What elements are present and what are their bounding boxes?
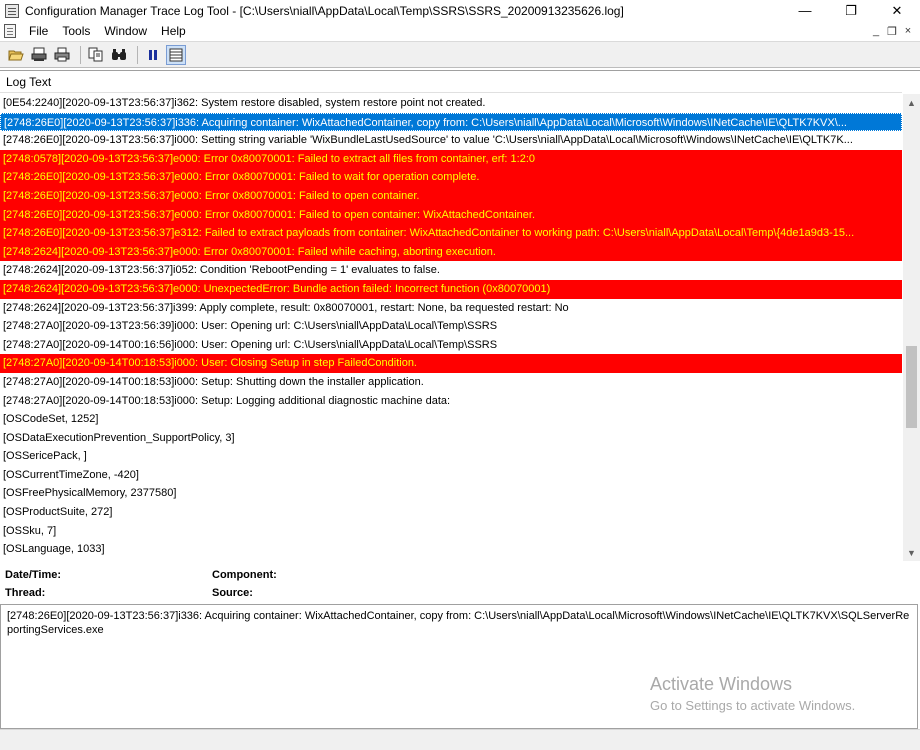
scroll-up-arrow-icon[interactable]: ▲: [903, 94, 920, 111]
print-preview-icon: [31, 47, 47, 61]
print-icon: [54, 47, 70, 62]
menu-tools[interactable]: Tools: [55, 24, 97, 38]
mdi-minimize-button[interactable]: _: [868, 25, 884, 37]
pause-button[interactable]: [143, 45, 163, 65]
log-row[interactable]: [2748:26E0][2020-09-13T23:56:37]e312: Fa…: [0, 224, 902, 243]
toolbar-separator: [137, 45, 138, 64]
log-row[interactable]: [2748:26E0][2020-09-13T23:56:37]i000: Se…: [0, 131, 902, 150]
activation-watermark: Activate Windows Go to Settings to activ…: [650, 674, 855, 713]
window-controls: — ❐ ✕: [782, 0, 920, 21]
log-row[interactable]: [2748:26E0][2020-09-13T23:56:37]e000: Er…: [0, 205, 902, 225]
log-row[interactable]: [OSSku, 7]: [0, 522, 902, 541]
open-folder-icon: [8, 50, 24, 60]
log-row[interactable]: [OSProductSuite, 272]: [0, 503, 902, 522]
find-icon: [112, 48, 126, 60]
toolbar: [0, 41, 920, 68]
log-row[interactable]: [2748:26E0][2020-09-13T23:56:37]i336: Ac…: [0, 112, 902, 132]
log-row[interactable]: [OSDataExecutionPrevention_SupportPolicy…: [0, 429, 902, 448]
app-icon: [5, 3, 19, 18]
layout-icon: [169, 48, 183, 61]
toolbar-separator: [80, 45, 81, 64]
scrollbar-thumb[interactable]: [906, 346, 917, 428]
component-label: Component:: [212, 569, 277, 581]
title-bar: Configuration Manager Trace Log Tool - […: [0, 0, 920, 21]
minimize-icon: —: [798, 3, 812, 18]
log-row[interactable]: [OSCodeSet, 1252]: [0, 410, 902, 429]
log-row[interactable]: [OSCurrentTimeZone, -420]: [0, 466, 902, 485]
menu-file[interactable]: File: [22, 24, 55, 38]
log-row[interactable]: [2748:27A0][2020-09-14T00:18:53]i000: Us…: [0, 354, 902, 373]
source-label: Source:: [212, 587, 253, 599]
log-row[interactable]: [2748:2624][2020-09-13T23:56:37]e000: Er…: [0, 242, 902, 262]
menu-help[interactable]: Help: [154, 24, 193, 38]
vertical-scrollbar[interactable]: ▲ ▼: [903, 94, 920, 561]
log-row[interactable]: [OSFreePhysicalMemory, 2377580]: [0, 484, 902, 503]
close-icon: ✕: [891, 2, 903, 18]
copy-icon: [88, 47, 103, 62]
log-text-column-header[interactable]: Log Text: [0, 71, 902, 93]
log-row[interactable]: [2748:2624][2020-09-13T23:56:37]i052: Co…: [0, 261, 902, 280]
copy-button[interactable]: [86, 45, 106, 65]
log-row[interactable]: [2748:27A0][2020-09-13T23:56:39]i000: Us…: [0, 317, 902, 336]
minimize-button[interactable]: —: [782, 0, 828, 21]
log-row[interactable]: [2748:2624][2020-09-13T23:56:37]i399: Ap…: [0, 299, 902, 318]
thread-label: Thread:: [5, 587, 46, 599]
close-button[interactable]: ✕: [874, 0, 920, 21]
log-row[interactable]: [2748:26E0][2020-09-13T23:56:37]e000: Er…: [0, 168, 902, 187]
restore-icon: ❐: [845, 2, 857, 18]
log-row[interactable]: [2748:27A0][2020-09-14T00:18:53]i000: Se…: [0, 373, 902, 392]
log-row[interactable]: [2748:27A0][2020-09-14T00:16:56]i000: Us…: [0, 336, 902, 355]
log-row[interactable]: [2748:0578][2020-09-13T23:56:37]e000: Er…: [0, 149, 902, 169]
maximize-button[interactable]: ❐: [828, 0, 874, 21]
log-list[interactable]: Log Text [0E54:2240][2020-09-13T23:56:37…: [0, 70, 920, 562]
status-bar: [0, 729, 920, 750]
find-button[interactable]: [109, 45, 129, 65]
datetime-label: Date/Time:: [5, 569, 62, 581]
print-preview-button[interactable]: [29, 45, 49, 65]
print-button[interactable]: [52, 45, 72, 65]
mdi-close-button[interactable]: ×: [900, 25, 916, 37]
mdi-controls: _ ❐ ×: [868, 21, 916, 41]
log-row[interactable]: [2748:2624][2020-09-13T23:56:37]e000: Un…: [0, 279, 902, 299]
log-row[interactable]: [2748:26E0][2020-09-13T23:56:37]e000: Er…: [0, 186, 902, 206]
layout-toggle-button[interactable]: [166, 44, 186, 65]
log-row[interactable]: [2748:27A0][2020-09-14T00:18:53]i000: Se…: [0, 392, 902, 411]
log-row[interactable]: [0E54:2240][2020-09-13T23:56:37]i362: Sy…: [0, 94, 902, 113]
watermark-subtitle: Go to Settings to activate Windows.: [650, 698, 856, 713]
log-row[interactable]: [OSSericePack, ]: [0, 447, 902, 466]
watermark-title: Activate Windows: [650, 674, 793, 694]
detail-text: [2748:26E0][2020-09-13T23:56:37]i336: Ac…: [7, 610, 910, 636]
document-icon[interactable]: [4, 24, 16, 38]
mdi-restore-button[interactable]: ❐: [884, 25, 900, 38]
scroll-down-arrow-icon[interactable]: ▼: [903, 544, 920, 561]
open-button[interactable]: [6, 45, 26, 65]
entry-details: Date/Time: Component: Thread: Source:: [0, 563, 920, 605]
pause-icon: [149, 49, 157, 60]
log-rows: [0E54:2240][2020-09-13T23:56:37]i362: Sy…: [0, 94, 902, 559]
menu-window[interactable]: Window: [97, 24, 154, 38]
menu-bar: File Tools Window Help _ ❐ ×: [0, 21, 920, 41]
window-title: Configuration Manager Trace Log Tool - […: [25, 3, 624, 18]
log-row[interactable]: [OSLanguage, 1033]: [0, 540, 902, 559]
